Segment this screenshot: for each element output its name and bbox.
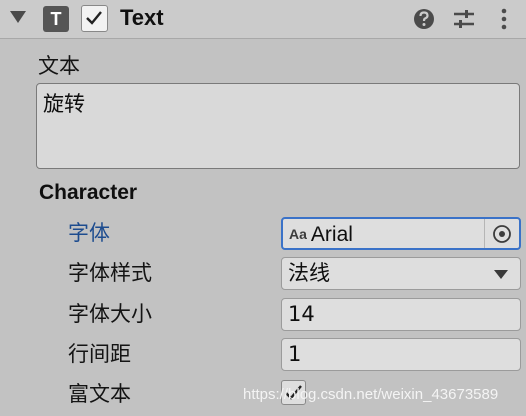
rich-text-label: 富文本 [68, 382, 131, 406]
presets-icon[interactable] [451, 6, 477, 32]
font-style-value: 法线 [288, 261, 330, 285]
help-icon[interactable] [411, 6, 437, 32]
line-spacing-label: 行间距 [68, 342, 131, 366]
object-picker-icon [493, 225, 511, 243]
text-input[interactable]: 旋转 [36, 83, 520, 169]
font-size-label: 字体大小 [68, 302, 152, 326]
component-title: Text [120, 5, 164, 30]
kebab-menu-icon[interactable] [491, 6, 517, 32]
font-style-label: 字体样式 [68, 261, 152, 285]
object-picker-button[interactable] [484, 219, 519, 248]
font-label: 字体 [68, 221, 110, 245]
font-style-dropdown[interactable]: 法线 [281, 257, 521, 290]
text-component-icon: T [43, 6, 69, 32]
font-value: Arial [310, 223, 353, 246]
collapse-arrow-icon[interactable] [10, 11, 26, 23]
font-asset-icon: Aa [289, 226, 307, 242]
font-field[interactable]: Aa Arial [281, 217, 521, 250]
character-section-header: Character [39, 181, 138, 204]
watermark: https://blog.csdn.net/weixin_43673589 [243, 386, 499, 403]
component-header: T Text [0, 0, 526, 39]
text-label: 文本 [38, 54, 80, 78]
dropdown-arrow-icon [494, 270, 508, 279]
checkmark-icon [86, 11, 102, 25]
line-spacing-input[interactable]: 1 [281, 338, 521, 371]
font-size-input[interactable]: 14 [281, 298, 521, 331]
component-enabled-checkbox[interactable] [81, 5, 108, 32]
